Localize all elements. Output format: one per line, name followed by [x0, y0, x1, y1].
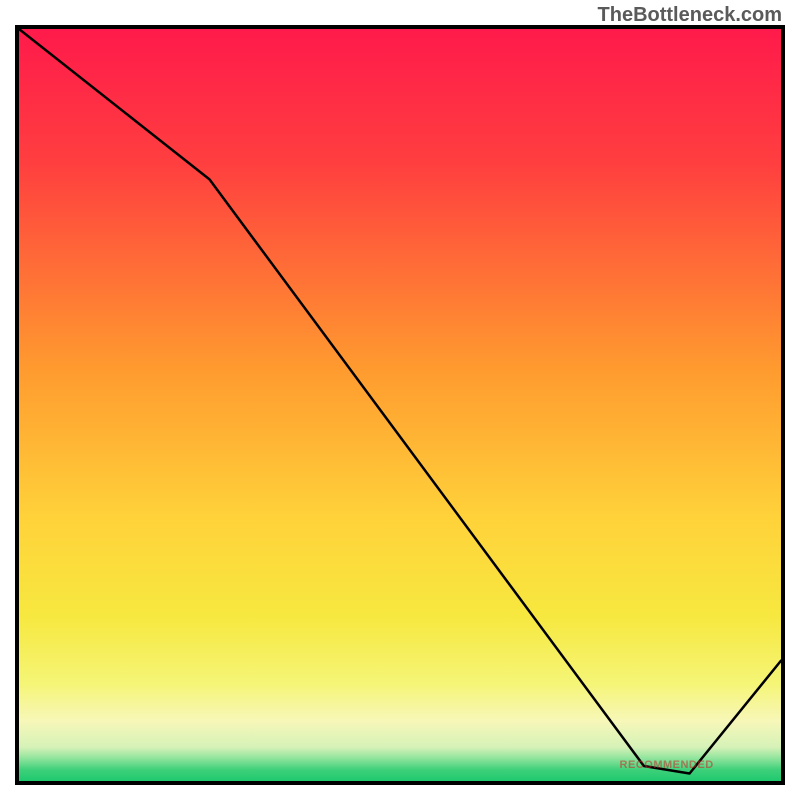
watermark-text: TheBottleneck.com: [598, 4, 782, 27]
bottleneck-curve: [19, 29, 781, 773]
recommended-label: RECOMMENDED: [620, 759, 714, 771]
plot-inner: RECOMMENDED: [19, 29, 781, 781]
plot-frame: RECOMMENDED: [15, 25, 785, 785]
line-chart-svg: [19, 29, 781, 781]
chart-container: TheBottleneck.com RECOMMENDED: [0, 0, 800, 800]
